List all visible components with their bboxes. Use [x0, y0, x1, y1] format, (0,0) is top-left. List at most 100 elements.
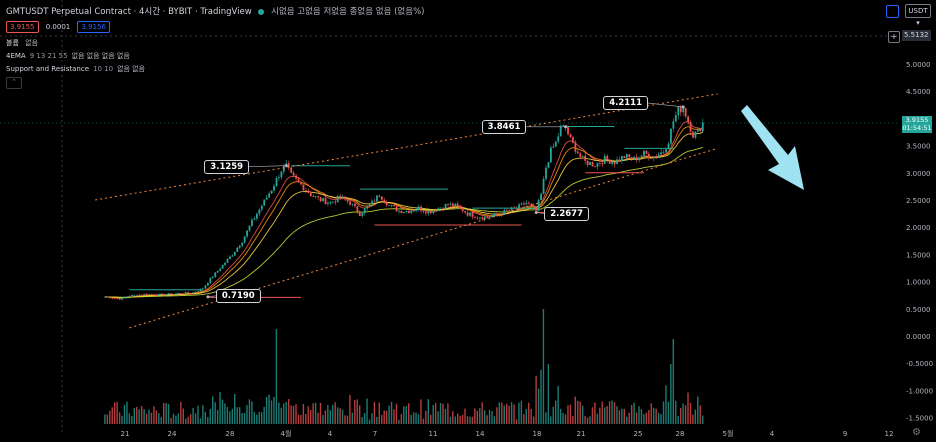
volume-bar: [385, 410, 388, 424]
candle-body: [596, 163, 599, 167]
volume-bar: [226, 407, 229, 424]
volume-bar: [525, 409, 527, 424]
volume-bar: [471, 416, 474, 424]
x-tick-label: 25: [634, 430, 643, 438]
candle-body: [611, 162, 614, 164]
candle-body: [540, 193, 542, 201]
candle-body: [496, 213, 498, 216]
bar-countdown: 01:54:51: [902, 124, 932, 132]
candle-body: [630, 157, 633, 160]
currency-select[interactable]: USDT ▾: [905, 4, 931, 27]
candle-body: [248, 225, 251, 231]
candle-body: [682, 107, 685, 113]
annotation-point: [681, 105, 685, 109]
candle-body: [336, 195, 339, 203]
indicator-volume[interactable]: 볼륨 없음: [6, 38, 38, 48]
candle-body: [427, 211, 430, 214]
volume-bar: [109, 410, 111, 424]
volume-bar: [515, 419, 518, 424]
candle-body: [221, 264, 224, 269]
x-tick-label: 11: [429, 430, 438, 438]
candle-body: [608, 159, 611, 164]
candle-body: [701, 122, 704, 132]
volume-bar: [202, 405, 204, 424]
candle-body: [550, 147, 552, 163]
volume-bar: [520, 400, 523, 424]
chevron-up-icon[interactable]: ⌃: [6, 77, 22, 89]
candle-body: [207, 283, 209, 286]
volume-bar: [238, 407, 241, 424]
candle-body: [425, 211, 427, 214]
candle-body: [581, 155, 584, 157]
candle-body: [317, 196, 320, 198]
candle-body: [417, 206, 420, 210]
candle-body: [209, 278, 212, 284]
candle-body: [356, 206, 359, 213]
volume-bar: [221, 399, 224, 424]
volume-bar: [332, 404, 334, 424]
candle-body: [226, 259, 229, 263]
volume-bar: [417, 414, 420, 424]
volume-bar: [207, 417, 209, 424]
candle-body: [635, 156, 638, 161]
sell-price-button[interactable]: 3.9155: [6, 21, 39, 33]
chart-title[interactable]: GMTUSDT Perpetual Contract · 4시간 · BYBIT…: [6, 7, 252, 17]
candle-body: [621, 156, 623, 162]
candle-body: [113, 298, 116, 300]
price-annotation-label[interactable]: 2.2677: [544, 206, 589, 221]
volume-bar: [599, 407, 601, 424]
candle-body: [118, 298, 121, 300]
volume-bar: [261, 412, 263, 424]
candle-body: [158, 293, 160, 296]
candle-body: [344, 196, 346, 200]
volume-bar: [513, 404, 515, 424]
y-tick-label: 1.5000: [906, 251, 931, 259]
volume-bar: [192, 407, 194, 424]
volume-bar: [167, 404, 170, 424]
buy-price-button[interactable]: 3.9156: [77, 21, 110, 33]
candle-body: [368, 204, 371, 207]
candle-body: [145, 293, 148, 295]
volume-bar: [486, 415, 488, 424]
indicator-4ema[interactable]: 4EMA 9 13 21 55 없음 없음 없음 없음: [6, 51, 130, 61]
price-annotation-label[interactable]: 3.1259: [204, 159, 250, 174]
x-tick-label: 7: [373, 430, 377, 438]
candle-body: [628, 154, 631, 158]
volume-bar: [329, 410, 331, 424]
candle-body: [403, 211, 405, 214]
candle-body: [542, 178, 545, 194]
candle-body: [143, 293, 146, 295]
gear-icon[interactable]: ⚙: [912, 427, 921, 438]
candle-body: [175, 293, 177, 295]
price-annotation-label[interactable]: 4.2111: [603, 95, 648, 110]
volume-bar: [493, 416, 496, 424]
volume-bar: [653, 407, 655, 424]
ema-line: [104, 131, 703, 299]
candle-body: [202, 288, 204, 290]
volume-bar: [305, 413, 307, 424]
volume-bar: [287, 399, 290, 424]
volume-bar: [256, 414, 258, 424]
price-annotation-label[interactable]: 3.8461: [481, 119, 527, 134]
volume-bar: [439, 402, 442, 424]
volume-bar: [116, 401, 118, 424]
volume-bar: [452, 411, 454, 424]
volume-bar: [224, 403, 226, 424]
indicator-support-resistance[interactable]: Support and Resistance 10 10 없음 없음: [6, 64, 145, 74]
candle-body: [684, 107, 687, 117]
candle-body: [442, 207, 444, 209]
volume-bar: [403, 406, 405, 424]
volume-bar: [555, 400, 557, 424]
add-alert-icon[interactable]: +: [888, 31, 900, 43]
price-annotation-label[interactable]: 0.7190: [215, 288, 261, 303]
candle-body: [483, 216, 486, 220]
candle-body: [246, 230, 248, 237]
snapshot-icon[interactable]: [886, 5, 899, 18]
candle-body: [331, 201, 334, 203]
candle-body: [674, 115, 677, 122]
volume-bar: [219, 391, 221, 424]
candle-body: [589, 162, 591, 165]
volume-bar: [699, 405, 701, 424]
candle-body: [657, 154, 660, 157]
candle-body: [180, 293, 182, 295]
